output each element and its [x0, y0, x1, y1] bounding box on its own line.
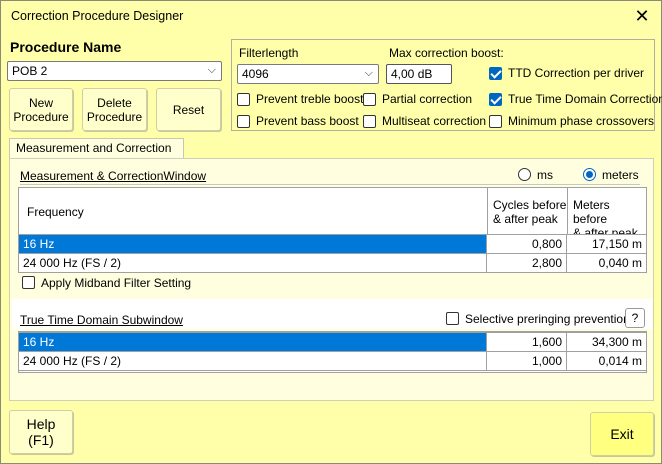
delete-procedure-button[interactable]: Delete Procedure — [82, 88, 147, 131]
minimum-phase-crossovers-checkbox[interactable] — [489, 115, 502, 128]
measurement-grid: Frequency Cycles before & after peak Met… — [18, 187, 647, 273]
partial-correction-checkbox[interactable] — [363, 93, 376, 106]
window-title: Correction Procedure Designer — [11, 9, 184, 23]
exit-button[interactable]: Exit — [590, 412, 654, 456]
procedure-name-dropdown[interactable]: POB 2 ⌵ — [7, 61, 222, 81]
filterlength-value: 4096 — [242, 67, 269, 81]
chevron-down-icon: ⌵ — [207, 64, 216, 76]
chevron-down-icon: ⌵ — [364, 67, 373, 79]
meters-cell[interactable]: 0,040 m — [566, 253, 647, 273]
unit-ms-radio[interactable] — [518, 168, 531, 181]
table-row[interactable]: 24 000 Hz (FS / 2) 2,800 0,040 m — [18, 253, 647, 273]
apply-midband-filter-checkbox[interactable] — [22, 276, 35, 289]
cycles-cell[interactable]: 1,000 — [486, 351, 567, 371]
table-row[interactable]: 16 Hz 1,600 34,300 m — [18, 332, 647, 352]
partial-correction-label: Partial correction — [382, 92, 473, 106]
max-boost-value: 4,00 dB — [391, 67, 433, 81]
frequency-cell[interactable]: 16 Hz — [18, 234, 487, 254]
ttd-section-title: True Time Domain Subwindow — [20, 313, 183, 327]
ttd-correction-per-driver-checkbox[interactable] — [489, 67, 502, 80]
prevent-bass-boost-label: Prevent bass boost — [256, 114, 359, 128]
ttd-table: 16 Hz 1,600 34,300 m 24 000 Hz (FS / 2) … — [18, 332, 647, 371]
cycles-cell[interactable]: 0,800 — [486, 234, 567, 254]
prevent-bass-boost-checkbox[interactable] — [237, 115, 250, 128]
meters-cell[interactable]: 34,300 m — [566, 332, 647, 352]
minimum-phase-crossovers-label: Minimum phase crossovers — [508, 114, 655, 128]
tab-measurement-and-correction-prep[interactable]: Measurement and Correction Prep — [9, 138, 184, 174]
procedure-name-heading: Procedure Name — [10, 39, 122, 55]
true-time-domain-correction-checkbox[interactable] — [489, 93, 502, 106]
correction-procedure-designer-window: Correction Procedure Designer ✕ Procedur… — [0, 0, 662, 464]
column-divider — [487, 188, 488, 235]
filterlength-dropdown[interactable]: 4096 ⌵ — [237, 64, 379, 84]
frequency-cell[interactable]: 24 000 Hz (FS / 2) — [18, 351, 487, 371]
unit-meters-radio[interactable] — [583, 168, 596, 181]
unit-ms-label: ms — [537, 168, 553, 182]
prevent-treble-boost-checkbox[interactable] — [237, 93, 250, 106]
multiseat-correction-checkbox[interactable] — [363, 115, 376, 128]
unit-meters-label: meters — [602, 168, 639, 182]
apply-midband-filter-label: Apply Midband Filter Setting — [41, 276, 192, 290]
column-header-frequency: Frequency — [27, 205, 84, 219]
true-time-domain-correction-label: True Time Domain Correction — [508, 92, 662, 106]
help-question-button[interactable]: ? — [625, 308, 645, 328]
reset-button[interactable]: Reset — [156, 88, 221, 131]
meters-cell[interactable]: 17,150 m — [566, 234, 647, 254]
frequency-cell[interactable]: 16 Hz — [18, 332, 487, 352]
new-procedure-button[interactable]: New Procedure — [9, 88, 73, 131]
section-divider — [20, 184, 640, 185]
measurement-section-title: Measurement & CorrectionWindow — [20, 169, 207, 183]
cycles-cell[interactable]: 2,800 — [486, 253, 567, 273]
ttd-correction-per-driver-label: TTD Correction per driver — [508, 66, 645, 80]
ttd-grid: 16 Hz 1,600 34,300 m 24 000 Hz (FS / 2) … — [18, 331, 647, 373]
tab-panel: Measurement & CorrectionWindow ms meters… — [9, 158, 654, 401]
frequency-cell[interactable]: 24 000 Hz (FS / 2) — [18, 253, 487, 273]
measurement-table: 16 Hz 0,800 17,150 m 24 000 Hz (FS / 2) … — [18, 234, 647, 273]
prevent-treble-boost-label: Prevent treble boost — [256, 92, 364, 106]
column-divider — [567, 188, 568, 235]
max-boost-label: Max correction boost: — [389, 46, 504, 60]
selective-preringing-label: Selective preringing prevention — [465, 312, 630, 326]
table-row[interactable]: 16 Hz 0,800 17,150 m — [18, 234, 647, 254]
close-icon[interactable]: ✕ — [631, 6, 653, 26]
meters-cell[interactable]: 0,014 m — [566, 351, 647, 371]
column-header-cycles: Cycles before & after peak — [493, 198, 567, 226]
options-panel: Filterlength 4096 ⌵ Max correction boost… — [231, 39, 662, 131]
procedure-name-value: POB 2 — [12, 64, 48, 78]
selective-preringing-checkbox[interactable] — [446, 312, 459, 325]
filterlength-label: Filterlength — [239, 46, 299, 60]
multiseat-correction-label: Multiseat correction — [382, 114, 487, 128]
title-bar: Correction Procedure Designer ✕ — [1, 1, 661, 32]
cycles-cell[interactable]: 1,600 — [486, 332, 567, 352]
max-boost-input[interactable]: 4,00 dB — [386, 64, 452, 84]
table-row[interactable]: 24 000 Hz (FS / 2) 1,000 0,014 m — [18, 351, 647, 371]
help-button[interactable]: Help (F1) — [9, 410, 73, 454]
